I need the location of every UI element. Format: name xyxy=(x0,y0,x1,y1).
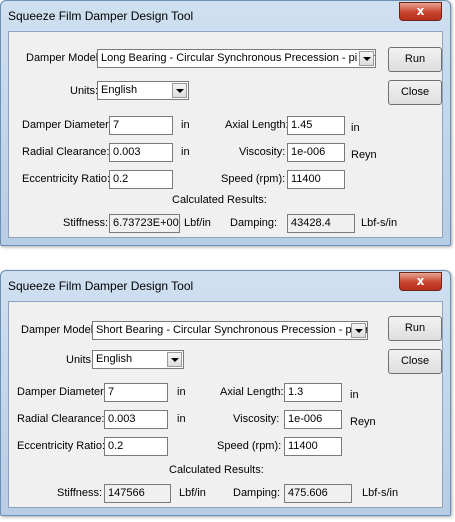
damping-unit: Lbf-s/in xyxy=(361,217,398,229)
units-select[interactable]: English xyxy=(97,81,189,100)
eccentricity-ratio-label: Eccentricity Ratio: xyxy=(17,440,106,452)
dialog-client-area: Damper Model: Long Bearing - Circular Sy… xyxy=(8,31,443,238)
radial-clearance-label: Radial Clearance: xyxy=(22,146,110,158)
units-value: English xyxy=(96,353,133,365)
axial-length-unit: in xyxy=(351,122,360,134)
stiffness-label: Stiffness: xyxy=(57,487,103,499)
eccentricity-ratio-input[interactable]: 0.2 xyxy=(109,170,173,189)
units-label: Units: xyxy=(66,354,95,366)
units-value: English xyxy=(101,84,138,96)
units-label: Units: xyxy=(70,85,99,97)
viscosity-input[interactable]: 1e-006 xyxy=(287,143,345,162)
calculated-results-heading: Calculated Results: xyxy=(169,464,264,476)
damper-model-value: Long Bearing - Circular Synchronous Prec… xyxy=(101,52,376,64)
calculated-results-heading: Calculated Results: xyxy=(172,194,267,206)
damper-model-label: Damper Model: xyxy=(21,324,97,336)
damper-model-select[interactable]: Long Bearing - Circular Synchronous Prec… xyxy=(97,49,376,68)
stiffness-label: Stiffness: xyxy=(63,217,109,229)
radial-clearance-unit: in xyxy=(177,413,186,425)
window-title: Squeeze Film Damper Design Tool xyxy=(8,9,194,23)
damper-tool-window-2: Squeeze Film Damper Design Tool x Damper… xyxy=(0,270,451,516)
damper-diameter-label: Damper Diameter: xyxy=(22,119,112,131)
window-close-button[interactable]: x xyxy=(399,2,442,21)
window-title: Squeeze Film Damper Design Tool xyxy=(8,279,194,293)
viscosity-unit: Reyn xyxy=(351,149,377,161)
speed-label: Speed (rpm): xyxy=(217,440,282,452)
damping-output: 475.606 xyxy=(284,484,352,503)
axial-length-input[interactable]: 1.45 xyxy=(287,116,345,135)
viscosity-label: Viscosity: xyxy=(239,146,286,158)
close-button[interactable]: Close xyxy=(388,349,442,374)
chevron-down-icon[interactable] xyxy=(167,352,182,367)
radial-clearance-unit: in xyxy=(181,146,190,158)
close-icon: x xyxy=(416,4,425,18)
run-button[interactable]: Run xyxy=(388,47,442,72)
damper-model-value: Short Bearing - Circular Synchronous Pre… xyxy=(96,324,368,336)
damping-label: Damping: xyxy=(233,487,281,499)
damping-output: 43428.4 xyxy=(287,214,355,233)
title-bar[interactable]: Squeeze Film Damper Design Tool x xyxy=(1,1,450,31)
radial-clearance-input[interactable]: 0.003 xyxy=(109,143,173,162)
viscosity-unit: Reyn xyxy=(350,416,376,428)
damper-diameter-input[interactable]: 7 xyxy=(104,383,168,402)
chevron-down-icon[interactable] xyxy=(351,323,366,338)
radial-clearance-input[interactable]: 0.003 xyxy=(104,410,168,429)
stiffness-output: 147566 xyxy=(104,484,171,503)
damper-model-select[interactable]: Short Bearing - Circular Synchronous Pre… xyxy=(92,321,368,340)
stiffness-unit: Lbf/in xyxy=(179,487,206,499)
damper-tool-window-1: Squeeze Film Damper Design Tool x Damper… xyxy=(0,0,451,246)
chevron-down-icon[interactable] xyxy=(172,83,187,98)
stiffness-output: 6.73723E+006 xyxy=(109,214,180,233)
damper-diameter-input[interactable]: 7 xyxy=(109,116,173,135)
stiffness-unit: Lbf/in xyxy=(184,217,211,229)
axial-length-unit: in xyxy=(350,389,359,401)
axial-length-label: Axial Length: xyxy=(220,386,284,398)
title-bar[interactable]: Squeeze Film Damper Design Tool x xyxy=(1,271,450,301)
speed-input[interactable]: 11400 xyxy=(284,437,342,456)
close-icon: x xyxy=(416,274,425,288)
viscosity-input[interactable]: 1e-006 xyxy=(284,410,342,429)
damping-unit: Lbf-s/in xyxy=(362,487,399,499)
dialog-client-area: Damper Model: Short Bearing - Circular S… xyxy=(8,301,443,508)
window-close-button[interactable]: x xyxy=(399,272,442,291)
damper-model-label: Damper Model: xyxy=(26,52,102,64)
close-button[interactable]: Close xyxy=(388,80,442,105)
chevron-down-icon[interactable] xyxy=(359,51,374,66)
damping-label: Damping: xyxy=(230,217,278,229)
damper-diameter-label: Damper Diameter: xyxy=(17,386,107,398)
speed-label: Speed (rpm): xyxy=(221,173,286,185)
radial-clearance-label: Radial Clearance: xyxy=(17,413,105,425)
axial-length-input[interactable]: 1.3 xyxy=(284,383,342,402)
run-button[interactable]: Run xyxy=(388,316,442,341)
axial-length-label: Axial Length: xyxy=(225,119,289,131)
damper-diameter-unit: in xyxy=(177,386,186,398)
damper-diameter-unit: in xyxy=(181,119,190,131)
viscosity-label: Viscosity: xyxy=(233,413,280,425)
eccentricity-ratio-input[interactable]: 0.2 xyxy=(104,437,168,456)
units-select[interactable]: English xyxy=(92,350,184,369)
speed-input[interactable]: 11400 xyxy=(287,170,345,189)
eccentricity-ratio-label: Eccentricity Ratio: xyxy=(22,173,111,185)
